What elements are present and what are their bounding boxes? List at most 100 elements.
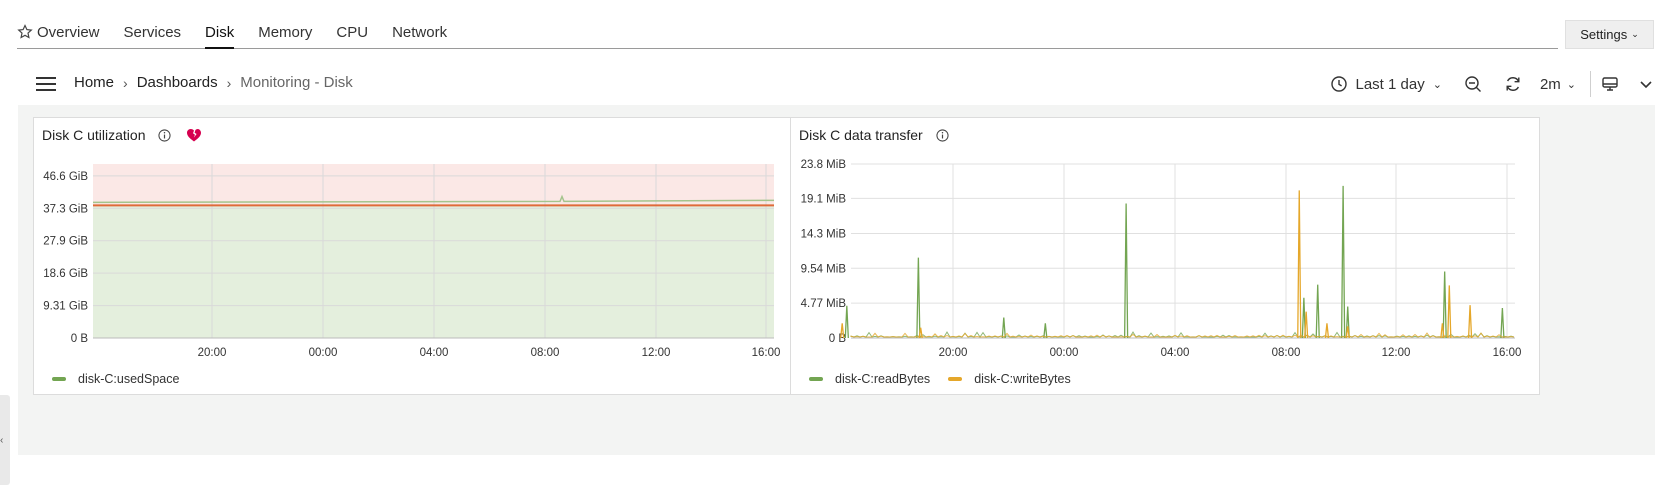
x-tick-label: 08:00 xyxy=(531,347,560,359)
x-tick-label: 16:00 xyxy=(752,347,781,359)
chevron-down-icon: ⌄ xyxy=(1566,78,1576,91)
legend-item[interactable]: disk-C:writeBytes xyxy=(948,372,1071,386)
broken-heart-icon[interactable] xyxy=(186,127,202,143)
chart-legend: disk-C:readBytes disk-C:writeBytes xyxy=(809,372,1071,386)
dashboard-grid: 46.6 GiB 37.3 GiB 27.9 GiB 18.6 GiB 9.31 GiB… xyxy=(18,105,1655,455)
legend-label: disk-C:usedSpace xyxy=(78,372,180,386)
y-tick-label: 27.9 GiB xyxy=(43,236,88,248)
series-spike xyxy=(1043,323,1048,339)
series-spike xyxy=(1315,284,1320,339)
x-tick-label: 08:00 xyxy=(1272,347,1301,359)
chevron-right-icon: › xyxy=(226,74,232,91)
toolbar-controls: Last 1 day ⌄ 2m ⌄ xyxy=(1330,70,1656,98)
refresh-interval-label: 2m xyxy=(1539,75,1561,93)
tab-label: Memory xyxy=(258,24,313,41)
x-tick-label: 20:00 xyxy=(198,347,227,359)
legend-label: disk-C:writeBytes xyxy=(974,372,1071,386)
x-tick-label: 12:00 xyxy=(1382,347,1411,359)
time-range-picker[interactable]: Last 1 day ⌄ xyxy=(1330,75,1442,93)
side-panel-toggle[interactable]: ‹ xyxy=(0,395,10,485)
tab-label: Overview xyxy=(37,24,100,41)
disk-data-transfer-chart: 23.8 MiB 19.1 MiB 14.3 MiB 9.54 MiB 4.77 MiB… xyxy=(801,159,1522,359)
tab-bar: Overview Services Disk Memory CPU Networ… xyxy=(17,18,1558,49)
breadcrumb-dashboards[interactable]: Dashboards xyxy=(137,74,218,91)
series-spike xyxy=(1500,307,1505,339)
y-tick-label: 9.54 MiB xyxy=(801,263,847,275)
tab-memory[interactable]: Memory xyxy=(246,18,324,42)
y-tick-label: 0 B xyxy=(71,333,89,345)
chart-legend: disk-C:usedSpace xyxy=(52,372,179,386)
series-spike xyxy=(1001,317,1006,339)
tab-network[interactable]: Network xyxy=(380,18,459,42)
series-spike xyxy=(1442,271,1447,339)
y-tick-label: 37.3 GiB xyxy=(43,203,88,215)
y-tick-label: 14.3 MiB xyxy=(801,228,847,240)
tab-label: Services xyxy=(123,24,182,41)
series-spike xyxy=(1467,305,1473,339)
chevron-down-icon: ⌄ xyxy=(1631,29,1639,39)
legend-swatch xyxy=(809,377,823,381)
x-tick-label: 00:00 xyxy=(1050,347,1079,359)
breadcrumb: Home › Dashboards › Monitoring - Disk xyxy=(74,74,353,91)
tab-disk[interactable]: Disk xyxy=(193,18,246,49)
disk-utilization-chart: 46.6 GiB 37.3 GiB 27.9 GiB 18.6 GiB 9.31 GiB… xyxy=(43,164,781,359)
panel-title: Disk C data transfer xyxy=(799,127,949,143)
y-tick-label: 46.6 GiB xyxy=(43,171,88,183)
tab-label: Disk xyxy=(205,24,235,41)
divider xyxy=(1590,71,1591,97)
chevron-left-icon: ‹ xyxy=(0,435,4,446)
settings-label: Settings xyxy=(1580,27,1628,42)
panel-disk-data-transfer: 23.8 MiB 19.1 MiB 14.3 MiB 9.54 MiB 4.77 MiB… xyxy=(790,117,1540,395)
x-tick-label: 04:00 xyxy=(420,347,449,359)
tab-cpu[interactable]: CPU xyxy=(324,18,380,42)
tab-overview[interactable]: Overview xyxy=(17,18,112,42)
refresh-icon[interactable] xyxy=(1504,75,1522,93)
x-tick-label: 12:00 xyxy=(642,347,671,359)
clock-icon xyxy=(1330,76,1347,92)
hamburger-menu-icon[interactable] xyxy=(36,77,56,91)
zoom-out-icon[interactable] xyxy=(1464,75,1482,93)
series-spike xyxy=(1447,285,1452,339)
series-spike xyxy=(1123,203,1129,339)
panel-disk-utilization: 46.6 GiB 37.3 GiB 27.9 GiB 18.6 GiB 9.31 GiB… xyxy=(33,117,833,395)
star-icon[interactable] xyxy=(17,24,33,40)
display-icon[interactable] xyxy=(1601,75,1619,93)
y-tick-label: 18.6 GiB xyxy=(43,268,88,280)
legend-label: disk-C:readBytes xyxy=(835,372,931,386)
tab-label: CPU xyxy=(336,24,369,41)
refresh-interval-picker[interactable]: 2m ⌄ xyxy=(1540,76,1576,93)
x-tick-label: 04:00 xyxy=(1161,347,1190,359)
panel-title-text: Disk C data transfer xyxy=(799,127,923,143)
panel-title-text: Disk C utilization xyxy=(42,127,146,143)
series-spike xyxy=(1297,190,1302,339)
top-nav: Overview Services Disk Memory CPU Networ… xyxy=(17,18,1558,49)
x-tick-label: 20:00 xyxy=(939,347,968,359)
series-spike xyxy=(844,305,849,339)
tab-services[interactable]: Services xyxy=(112,18,194,42)
time-range-label: Last 1 day xyxy=(1355,75,1425,93)
y-tick-label: 4.77 MiB xyxy=(801,298,847,310)
dashboard-toolbar: Home › Dashboards › Monitoring - Disk La… xyxy=(17,64,1655,104)
breadcrumb-current: Monitoring - Disk xyxy=(240,74,353,91)
info-icon[interactable] xyxy=(158,128,172,142)
chevron-down-icon: ⌄ xyxy=(1432,78,1442,91)
series-spike xyxy=(1340,185,1346,339)
x-tick-label: 16:00 xyxy=(1493,347,1522,359)
y-tick-label: 23.8 MiB xyxy=(801,159,847,171)
x-tick-label: 00:00 xyxy=(309,347,338,359)
chevron-down-icon[interactable] xyxy=(1637,75,1655,93)
info-icon[interactable] xyxy=(936,128,949,142)
y-tick-label: 19.1 MiB xyxy=(801,193,847,205)
breadcrumb-home[interactable]: Home xyxy=(74,74,114,91)
series-spike xyxy=(916,257,921,339)
settings-button[interactable]: Settings ⌄ xyxy=(1565,20,1654,49)
tab-label: Network xyxy=(392,24,448,41)
legend-swatch xyxy=(948,377,963,381)
series-spike xyxy=(1324,323,1330,339)
legend-swatch xyxy=(52,377,66,381)
panel-title: Disk C utilization xyxy=(42,127,202,143)
legend-item[interactable]: disk-C:usedSpace xyxy=(52,372,179,386)
y-tick-label: 9.31 GiB xyxy=(43,301,88,313)
legend-item[interactable]: disk-C:readBytes xyxy=(809,372,930,386)
chevron-right-icon: › xyxy=(123,74,128,91)
